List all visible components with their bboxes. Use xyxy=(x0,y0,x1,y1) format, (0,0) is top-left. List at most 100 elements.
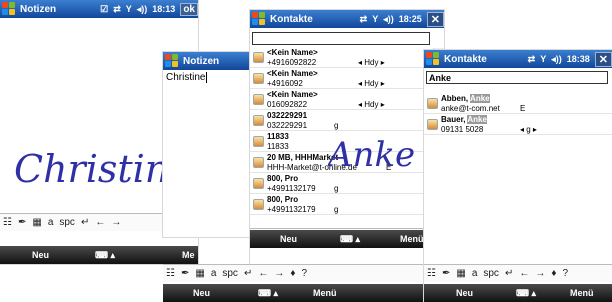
windows-start-icon[interactable] xyxy=(165,54,179,68)
input-panel-toolbar: ☷ ✒ ▦ a spc ↵ ← → ♦ ? xyxy=(424,264,612,282)
clock: 18:13 xyxy=(152,4,176,14)
input-menu-icon[interactable]: ☷ xyxy=(166,268,175,279)
contact-icon xyxy=(253,199,264,210)
space-key[interactable]: spc xyxy=(483,268,499,279)
keyboard-icon[interactable]: ▦ xyxy=(456,268,465,279)
handwriting-text: Anke xyxy=(328,135,415,175)
status-area: ⇄ Y ◂)) 18:38 ✕ xyxy=(523,51,612,67)
input-menu-icon[interactable]: ☷ xyxy=(427,268,436,279)
keyboard-icon[interactable]: ▦ xyxy=(32,217,41,228)
windows-start-icon[interactable] xyxy=(252,12,266,26)
help-key[interactable]: ? xyxy=(301,268,307,279)
list-item[interactable]: 800, Pro +4991132179 g xyxy=(250,195,432,215)
company-icon xyxy=(253,136,264,147)
input-panel-toolbar: ☷ ✒ ▦ a spc ↵ ← → ♦ ? xyxy=(163,264,425,282)
keyboard-icon[interactable]: ▦ xyxy=(195,268,204,279)
app-title: Kontakte xyxy=(270,13,313,25)
handwriting-icon[interactable]: ✒ xyxy=(181,268,189,279)
contact-icon xyxy=(253,94,264,105)
contact-icon xyxy=(253,178,264,189)
input-menu-icon[interactable]: ☷ xyxy=(3,217,12,228)
search-input[interactable] xyxy=(252,32,430,45)
contact-icon xyxy=(253,52,264,63)
clock: 18:38 xyxy=(566,54,590,64)
connectivity-icon: ⇄ xyxy=(359,13,368,24)
backspace-key[interactable]: ← xyxy=(95,217,105,228)
edit-icon: ☑ xyxy=(100,3,109,14)
contact-icon xyxy=(253,73,264,84)
notes-text-input-bar: ☷ ✒ ▦ a spc ↵ ← → ♦ ? Neu ⌨ ▴ Menü xyxy=(163,264,425,302)
ok-button[interactable]: ok xyxy=(180,2,198,16)
handwriting-icon[interactable]: ✒ xyxy=(18,217,26,228)
contact-icon xyxy=(427,119,438,130)
contact-icon xyxy=(253,157,264,168)
softkey-menu[interactable]: Menü xyxy=(570,288,594,298)
input-selector-icon[interactable]: ⌨ ▴ xyxy=(340,234,360,245)
volume-icon: ◂)) xyxy=(136,3,148,14)
volume-icon: ◂)) xyxy=(551,53,562,64)
letter-recognizer-icon[interactable]: a xyxy=(48,217,54,228)
input-selector-icon[interactable]: ⌨ ▴ xyxy=(95,250,115,261)
app-title: Notizen xyxy=(20,3,57,15)
softkey-bar: Neu ⌨ ▴ Menü xyxy=(163,284,425,302)
contacts-filtered-screen: Kontakte ⇄ Y ◂)) 18:38 ✕ Abben, Ankeanke… xyxy=(424,50,612,302)
status-area: ☑ ⇄ Y ◂)) 18:13 ok xyxy=(95,2,198,16)
arrow-right-key[interactable]: → xyxy=(535,268,545,279)
backspace-key[interactable]: ← xyxy=(258,268,268,279)
app-title: Kontakte xyxy=(444,53,487,65)
connectivity-icon: ⇄ xyxy=(527,53,536,64)
softkey-menu[interactable]: Menü xyxy=(313,288,337,298)
title-bar: Notizen xyxy=(163,52,258,70)
softkey-new[interactable]: Neu xyxy=(456,288,473,298)
input-selector-icon[interactable]: ⌨ ▴ xyxy=(516,288,536,299)
enter-key[interactable]: ↵ xyxy=(81,217,89,228)
title-bar: Notizen ☑ ⇄ Y ◂)) 18:13 ok xyxy=(0,0,198,18)
softkey-bar: Neu ⌨ ▴ Me xyxy=(0,246,198,264)
input-selector-icon[interactable]: ⌨ ▴ xyxy=(258,288,278,299)
list-item[interactable]: Bauer, Anke 09131 5028 ◂ g ▸ xyxy=(424,115,612,135)
notes-text-screen: Notizen Christine xyxy=(163,52,258,237)
softkey-new[interactable]: Neu xyxy=(32,250,49,260)
arrow-right-key[interactable]: → xyxy=(274,268,284,279)
enter-key[interactable]: ↵ xyxy=(244,268,252,279)
volume-icon: ◂)) xyxy=(383,13,394,24)
search-input[interactable] xyxy=(426,71,608,84)
signal-icon: Y xyxy=(540,54,547,64)
space-key[interactable]: spc xyxy=(222,268,238,279)
softkey-menu[interactable]: Me xyxy=(182,250,195,260)
windows-start-icon[interactable] xyxy=(2,2,16,16)
signal-icon: Y xyxy=(372,14,379,24)
connectivity-icon: ⇄ xyxy=(113,3,121,14)
softkey-new[interactable]: Neu xyxy=(193,288,210,298)
list-item[interactable]: <Kein Name> 016092822 ◂ Hdy ▸ xyxy=(250,90,432,110)
softkey-new[interactable]: Neu xyxy=(280,234,297,244)
contact-icon xyxy=(427,98,438,109)
status-area: ⇄ Y ◂)) 18:25 ✕ xyxy=(355,11,444,27)
list-item[interactable]: Abben, Anke anke@t-com.net E xyxy=(424,94,612,114)
close-button[interactable]: ✕ xyxy=(594,51,612,67)
arrow-right-key[interactable]: → xyxy=(111,217,121,228)
enter-key[interactable]: ↵ xyxy=(505,268,513,279)
clock: 18:25 xyxy=(398,14,422,24)
contacts-screen: Kontakte ⇄ Y ◂)) 18:25 ✕ <Kein Name> +491… xyxy=(250,10,444,270)
title-bar: Kontakte ⇄ Y ◂)) 18:38 ✕ xyxy=(424,50,612,68)
space-key[interactable]: spc xyxy=(59,217,75,228)
close-button[interactable]: ✕ xyxy=(426,11,444,27)
diamond-key[interactable]: ♦ xyxy=(551,268,556,279)
help-key[interactable]: ? xyxy=(562,268,568,279)
letter-recognizer-icon[interactable]: a xyxy=(472,268,478,279)
app-title: Notizen xyxy=(183,55,220,67)
letter-recognizer-icon[interactable]: a xyxy=(211,268,217,279)
backspace-key[interactable]: ← xyxy=(519,268,529,279)
note-text[interactable]: Christine xyxy=(166,72,208,83)
softkey-menu[interactable]: Menü xyxy=(400,234,424,244)
diamond-key[interactable]: ♦ xyxy=(290,268,295,279)
handwriting-icon[interactable]: ✒ xyxy=(442,268,450,279)
list-item[interactable]: <Kein Name> +4916092 ◂ Hdy ▸ xyxy=(250,69,432,89)
softkey-bar: Neu ⌨ ▴ Menü xyxy=(424,284,612,302)
list-item[interactable]: <Kein Name> +4916092822 ◂ Hdy ▸ xyxy=(250,48,432,68)
windows-start-icon[interactable] xyxy=(426,52,440,66)
contact-icon xyxy=(253,115,264,126)
title-bar: Kontakte ⇄ Y ◂)) 18:25 ✕ xyxy=(250,10,444,28)
softkey-bar: Neu ⌨ ▴ Menü xyxy=(250,230,444,248)
